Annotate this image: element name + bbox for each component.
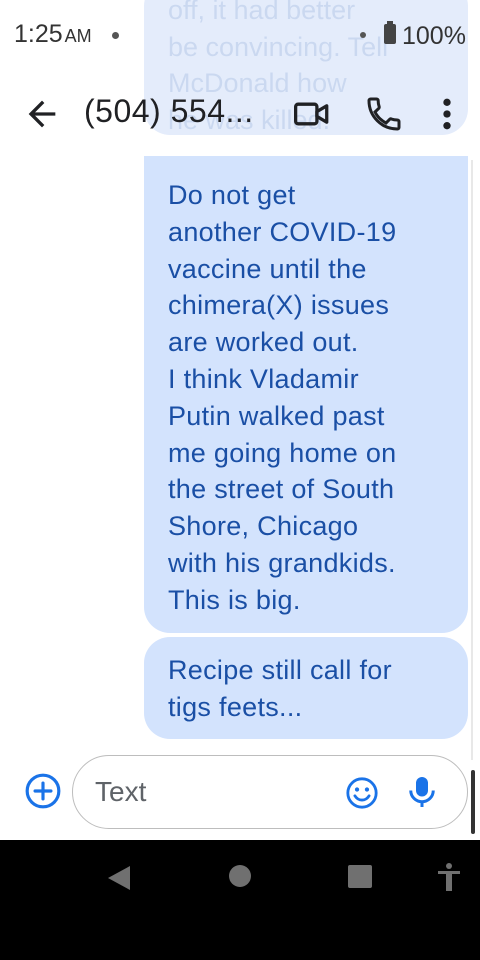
scroll-thumb[interactable] bbox=[471, 770, 475, 834]
status-clock: 1:25 AM bbox=[14, 20, 92, 49]
phone-icon[interactable] bbox=[364, 94, 404, 134]
messages-screen: off, it had better be convincing. Tell M… bbox=[0, 0, 480, 960]
status-ampm: AM bbox=[64, 26, 92, 46]
status-time-value: 1:25 bbox=[14, 20, 63, 48]
accessibility-icon[interactable] bbox=[436, 862, 462, 892]
message-bubble[interactable]: Recipe still call for tigs feets... bbox=[144, 637, 468, 739]
conversation-header: (504) 554... bbox=[0, 72, 480, 156]
microphone-icon[interactable] bbox=[407, 774, 437, 810]
video-call-icon[interactable] bbox=[292, 96, 332, 132]
message-bubble[interactable]: Do not get another COVID-19 vaccine unti… bbox=[144, 156, 468, 633]
scroll-track bbox=[471, 160, 473, 760]
more-vert-icon[interactable] bbox=[432, 94, 462, 134]
battery-level: 100% bbox=[402, 22, 466, 50]
battery-icon bbox=[384, 21, 396, 44]
emoji-icon[interactable] bbox=[345, 776, 379, 810]
compose-field[interactable] bbox=[72, 755, 468, 829]
nav-recents-icon[interactable] bbox=[348, 865, 372, 888]
notification-dot-icon bbox=[112, 32, 119, 39]
signal-dot-icon bbox=[360, 32, 366, 38]
add-circle-icon[interactable] bbox=[24, 772, 62, 810]
nav-home-icon[interactable] bbox=[229, 865, 251, 887]
contact-name[interactable]: (504) 554... bbox=[84, 93, 254, 130]
system-navigation-bar bbox=[0, 840, 480, 960]
message-input[interactable] bbox=[95, 774, 335, 810]
nav-back-icon[interactable] bbox=[106, 864, 132, 892]
status-bar: 1:25 AM 100% bbox=[0, 0, 480, 72]
back-arrow-icon[interactable] bbox=[22, 94, 62, 134]
